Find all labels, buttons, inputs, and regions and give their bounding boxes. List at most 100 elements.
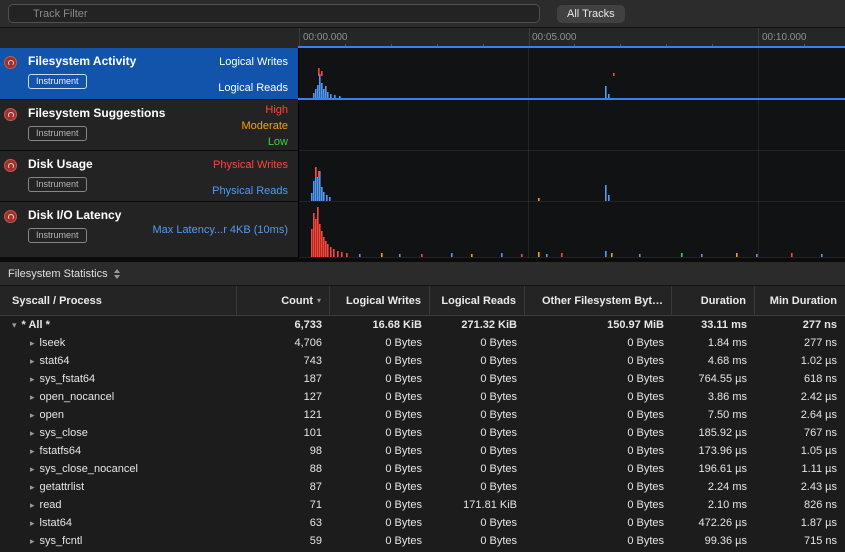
graph-spike [321,187,323,201]
table-row[interactable]: ▸sys_fcntl590 Bytes0 Bytes0 Bytes99.36 µ… [0,532,845,550]
disclosure-collapsed-icon[interactable]: ▸ [30,392,35,403]
graph-spike [381,253,383,257]
ruler-time-label: 00:10.000 [762,32,807,43]
table-row[interactable]: ▸open1210 Bytes0 Bytes0 Bytes7.50 ms2.64… [0,406,845,424]
graph-spike [317,207,319,257]
stat-value: 33.11 ms [672,319,755,331]
track-header-disk-usage[interactable]: Disk Usage Instrument Physical WritesPhy… [0,151,298,202]
stat-value: 7.50 ms [672,409,755,421]
table-row[interactable]: ▸lstat64630 Bytes0 Bytes0 Bytes472.26 µs… [0,514,845,532]
stat-value: 71 [237,499,330,511]
table-row[interactable]: ▸getattrlist870 Bytes0 Bytes0 Bytes2.24 … [0,478,845,496]
table-row[interactable]: ▸sys_close_nocancel880 Bytes0 Bytes0 Byt… [0,460,845,478]
disclosure-collapsed-icon[interactable]: ▸ [30,410,35,421]
stat-value: 0 Bytes [430,409,525,421]
instrument-badge: Instrument [28,126,87,141]
instrument-badge: Instrument [28,177,87,192]
stat-value: 1.05 µs [755,445,845,457]
stat-value: 0 Bytes [330,445,430,457]
graph-spike [341,252,343,257]
graph-spike [605,185,607,201]
track-row-filesystem-activity[interactable]: Filesystem Activity Instrument Logical W… [0,48,845,100]
stat-value: 187 [237,373,330,385]
syscall-name: read [40,499,62,511]
graph-spike [321,231,323,257]
stat-value: 0 Bytes [525,427,672,439]
column-header-duration[interactable]: Duration [672,286,755,315]
disclosure-collapsed-icon[interactable]: ▸ [30,428,35,439]
timeline-ruler[interactable]: 00:00.000 00:05.000 00:10.000 [0,28,845,48]
column-header-other-filesystem-bytes[interactable]: Other Filesystem Byt… [525,286,672,315]
graph-spike [613,73,615,76]
track-value-label: Logical Reads [218,80,288,96]
track-graph-disk-io-latency[interactable] [299,202,845,258]
syscall-name: stat64 [40,355,70,367]
column-header-syscall-process[interactable]: Syscall / Process [0,286,237,315]
syscall-name: sys_fstat64 [40,373,96,385]
disclosure-collapsed-icon[interactable]: ▸ [30,518,35,529]
all-tracks-button[interactable]: All Tracks [557,5,625,23]
disclosure-collapsed-icon[interactable]: ▸ [30,356,35,367]
graph-spike [501,253,503,257]
stat-value: 0 Bytes [430,445,525,457]
graph-spike [321,71,323,76]
disclosure-collapsed-icon[interactable]: ▸ [30,536,35,547]
track-row-disk-io-latency[interactable]: Disk I/O Latency Instrument Max Latency.… [0,202,845,258]
stat-value: 59 [237,535,330,547]
column-header-min-duration[interactable]: Min Duration [755,286,845,315]
stat-value: 0 Bytes [525,517,672,529]
track-row-disk-usage[interactable]: Disk Usage Instrument Physical WritesPhy… [0,151,845,202]
track-value-label: Moderate [242,118,288,134]
column-header-logical-writes[interactable]: Logical Writes [330,286,430,315]
stat-value: 0 Bytes [330,427,430,439]
table-row[interactable]: ▸sys_close1010 Bytes0 Bytes0 Bytes185.92… [0,424,845,442]
track-graph-disk-usage[interactable] [299,151,845,202]
disclosure-collapsed-icon[interactable]: ▸ [30,374,35,385]
track-header-filesystem-activity[interactable]: Filesystem Activity Instrument Logical W… [0,48,298,100]
stat-value: 0 Bytes [430,517,525,529]
graph-spike [791,253,793,257]
stat-value: 2.10 ms [672,499,755,511]
track-graph-filesystem-activity[interactable] [299,48,845,100]
track-header-filesystem-suggestions[interactable]: Filesystem Suggestions Instrument HighMo… [0,100,298,151]
track-graph-filesystem-suggestions[interactable] [299,100,845,151]
column-header-logical-reads[interactable]: Logical Reads [430,286,525,315]
selected-track-top-accent [298,46,845,48]
graph-spike [561,253,563,257]
disclosure-expanded-icon[interactable]: ▾ [12,320,17,331]
stat-value: 0 Bytes [525,337,672,349]
stat-value: 2.43 µs [755,481,845,493]
table-row[interactable]: ▸read710 Bytes171.81 KiB0 Bytes2.10 ms82… [0,496,845,514]
disclosure-collapsed-icon[interactable]: ▸ [30,338,35,349]
stat-value: 0 Bytes [330,499,430,511]
stat-value: 0 Bytes [430,373,525,385]
table-row[interactable]: ▸sys_fstat641870 Bytes0 Bytes0 Bytes764.… [0,370,845,388]
stat-value: 0 Bytes [525,391,672,403]
stat-value: 277 ns [755,337,845,349]
track-filter-input[interactable] [8,4,540,23]
track-row-filesystem-suggestions[interactable]: Filesystem Suggestions Instrument HighMo… [0,100,845,151]
detail-view-selector[interactable]: Filesystem Statistics [8,268,120,280]
table-row[interactable]: ▸open_nocancel1270 Bytes0 Bytes0 Bytes3.… [0,388,845,406]
stat-value: 0 Bytes [430,427,525,439]
table-row[interactable]: ▸stat647430 Bytes0 Bytes0 Bytes4.68 ms1.… [0,352,845,370]
disclosure-collapsed-icon[interactable]: ▸ [30,500,35,511]
stat-value: 1.84 ms [672,337,755,349]
table-row[interactable]: ▾* All *6,73316.68 KiB271.32 KiB150.97 M… [0,316,845,334]
graph-spike [313,181,315,201]
table-row[interactable]: ▸fstatfs64980 Bytes0 Bytes0 Bytes173.96 … [0,442,845,460]
track-value-label: Max Latency...r 4KB (10ms) [152,222,288,238]
graph-spike [321,83,323,99]
graph-spike [313,213,315,257]
graph-spike [311,193,313,201]
column-header-count[interactable]: Count ▾ [237,286,330,315]
syscall-name: open [40,409,64,421]
disclosure-collapsed-icon[interactable]: ▸ [30,464,35,475]
disclosure-collapsed-icon[interactable]: ▸ [30,446,35,457]
disclosure-collapsed-icon[interactable]: ▸ [30,482,35,493]
track-header-graph-divider [298,48,299,258]
track-value-label: High [242,102,288,118]
table-row[interactable]: ▸lseek4,7060 Bytes0 Bytes0 Bytes1.84 ms2… [0,334,845,352]
track-header-disk-io-latency[interactable]: Disk I/O Latency Instrument Max Latency.… [0,202,298,258]
stat-value: 1.11 µs [755,463,845,475]
